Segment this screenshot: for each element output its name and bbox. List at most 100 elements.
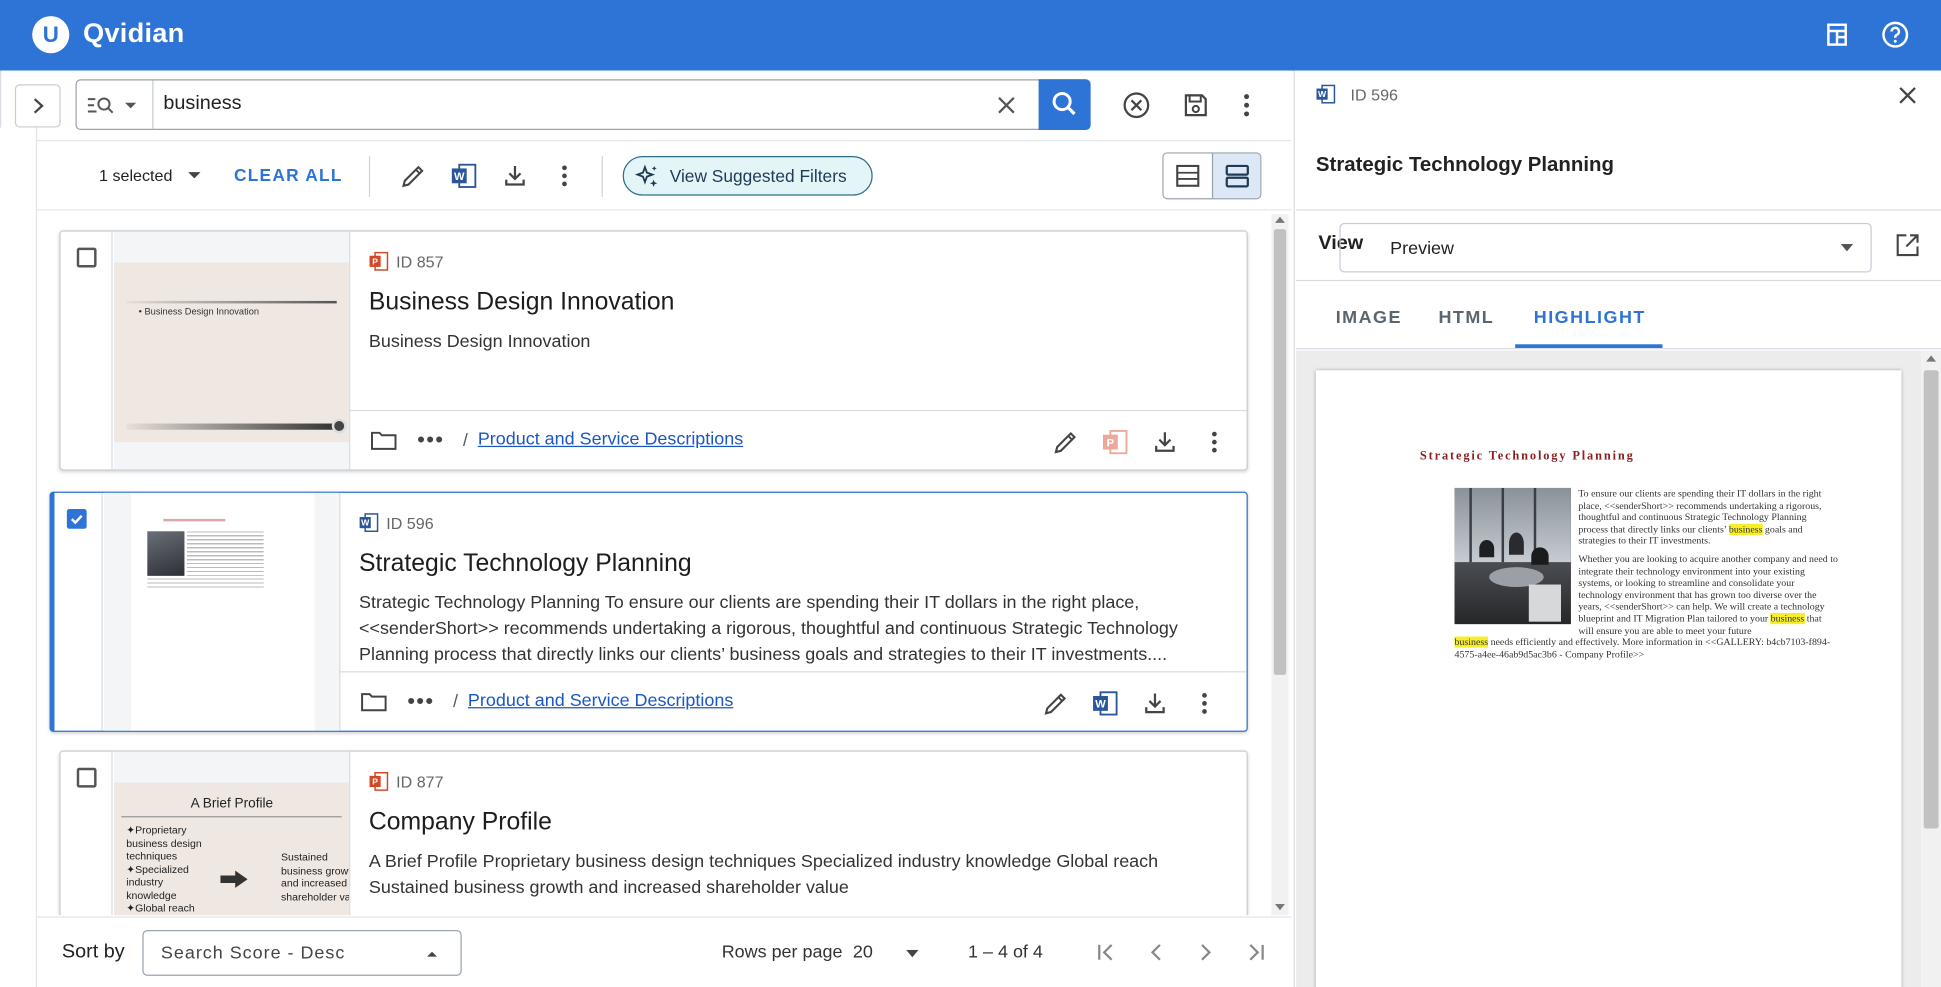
document-paragraph: business needs efficiently and effective… [1454, 636, 1831, 660]
card-body: W ID 596 Strategic Technology Planning St… [339, 493, 1247, 731]
card-more-icon[interactable] [1191, 690, 1218, 717]
save-search-icon[interactable] [1181, 90, 1211, 120]
search-highlight: business [1770, 612, 1805, 625]
first-page-icon[interactable] [1094, 940, 1119, 965]
card-more-icon[interactable] [1201, 428, 1228, 455]
cancel-circle-icon[interactable] [1122, 90, 1152, 120]
qvidian-logo[interactable]: U [32, 16, 70, 54]
previous-page-icon[interactable] [1144, 940, 1169, 965]
document-page: Strategic Technology Planning To ensure … [1315, 370, 1902, 987]
expand-filters-button[interactable] [14, 84, 61, 128]
edit-icon[interactable] [1042, 690, 1069, 717]
document-title: Strategic Technology Planning [1419, 449, 1635, 464]
result-thumbnail[interactable] [103, 492, 340, 731]
slide-rule [126, 423, 337, 430]
last-page-icon[interactable] [1243, 940, 1268, 965]
toolbar-more-icon[interactable] [551, 162, 578, 189]
view-suggested-filters-label: View Suggested Filters [669, 165, 847, 186]
results-scrollbar-thumb[interactable] [1273, 229, 1287, 675]
preview-divider [1296, 209, 1941, 211]
path-ellipsis-button[interactable]: ••• [407, 689, 434, 715]
thumbnail-text-lines [186, 531, 264, 576]
result-title[interactable]: Business Design Innovation [369, 289, 675, 317]
open-external-icon[interactable] [1894, 232, 1921, 259]
thumbnail-text: • Business Design Innovation [138, 305, 260, 318]
download-icon[interactable] [1151, 428, 1178, 455]
result-title[interactable]: Strategic Technology Planning [359, 550, 692, 578]
photo-chair [1528, 584, 1561, 622]
select-checkbox[interactable] [76, 247, 97, 268]
result-thumbnail[interactable]: • Business Design Innovation [113, 231, 350, 470]
tab-image[interactable]: IMAGE [1336, 308, 1402, 328]
result-title[interactable]: Company Profile [369, 809, 552, 837]
word-export-icon[interactable]: W [451, 162, 478, 189]
download-icon[interactable] [501, 162, 528, 189]
result-snippet: A Brief Profile Proprietary business des… [368, 852, 1159, 898]
results-toolbar: 1 selected CLEAR ALL W View Suggested Fi… [37, 139, 1292, 211]
select-checkbox[interactable] [66, 508, 87, 529]
edit-icon[interactable] [1052, 428, 1079, 455]
slide-background [113, 262, 350, 443]
rows-per-page-dropdown-icon[interactable] [906, 949, 919, 958]
sort-label: Sort by [61, 941, 125, 963]
result-card[interactable]: W ID 596 Strategic Technology Planning St… [49, 491, 1248, 732]
preview-scrollbar[interactable] [1921, 350, 1941, 987]
card-divider [111, 231, 113, 470]
edit-icon[interactable] [400, 162, 427, 189]
caret-up-icon [427, 951, 437, 957]
arrow-right-icon [220, 870, 248, 888]
view-mode-select[interactable]: Preview [1339, 222, 1872, 273]
select-checkbox[interactable] [76, 767, 97, 788]
selection-dropdown-icon[interactable] [187, 170, 202, 182]
view-mode-toggle [1162, 152, 1262, 200]
building-icon[interactable] [1822, 20, 1852, 50]
word-open-icon[interactable]: W [1092, 690, 1119, 717]
tab-html[interactable]: HTML [1438, 308, 1494, 328]
result-thumbnail[interactable]: A Brief Profile ✦Proprietary business de… [113, 751, 350, 916]
card-divider [101, 492, 103, 731]
help-icon[interactable] [1880, 20, 1910, 50]
result-id: W ID 596 [359, 513, 434, 533]
photo-person [1531, 547, 1549, 565]
scroll-down-arrow[interactable] [1275, 904, 1285, 911]
search-type-dropdown[interactable] [77, 80, 154, 129]
path-ellipsis-button[interactable]: ••• [417, 427, 444, 453]
word-file-icon: W [1316, 84, 1336, 104]
thumbnail-bullets: ✦Proprietary business design techniques … [126, 823, 202, 914]
svg-text:W: W [454, 171, 465, 183]
card-footer: ••• / Product and Service Descriptions W [339, 671, 1247, 732]
scroll-up-arrow[interactable] [1926, 355, 1937, 362]
compact-view-button[interactable] [1163, 153, 1212, 199]
rows-per-page-value[interactable]: 20 [853, 942, 873, 962]
card-view-button[interactable] [1211, 153, 1261, 199]
view-suggested-filters-button[interactable]: View Suggested Filters [622, 156, 873, 196]
folder-icon[interactable] [370, 430, 397, 452]
powerpoint-open-icon[interactable]: P [1102, 428, 1129, 455]
search-button[interactable] [1038, 79, 1091, 131]
more-options-icon[interactable] [1232, 90, 1262, 120]
close-preview-icon[interactable] [1895, 83, 1920, 108]
preview-scrollbar-thumb[interactable] [1923, 370, 1939, 829]
folder-icon[interactable] [360, 691, 387, 713]
photo-person [1479, 539, 1495, 558]
result-card[interactable]: A Brief Profile ✦Proprietary business de… [59, 750, 1248, 916]
folder-path-link[interactable]: Product and Service Descriptions [478, 430, 743, 450]
card-body: P ID 877 Company Profile A Brief Profile … [369, 752, 1247, 915]
clear-all-button[interactable]: CLEAR ALL [234, 165, 343, 185]
tab-highlight[interactable]: HIGHLIGHT [1534, 308, 1646, 328]
results-scrollbar[interactable] [1271, 214, 1289, 916]
card-divider [349, 751, 351, 916]
globe-icon [331, 418, 347, 434]
sort-select[interactable]: Search Score - Desc [142, 930, 462, 976]
pagination-bar: Sort by Search Score - Desc Rows per pag… [37, 916, 1292, 987]
folder-path-link[interactable]: Product and Service Descriptions [468, 691, 733, 711]
next-page-icon[interactable] [1193, 940, 1218, 965]
search-input[interactable] [163, 90, 981, 118]
result-card[interactable]: • Business Design Innovation P ID 857 Bus… [59, 230, 1248, 471]
document-preview[interactable]: Strategic Technology Planning To ensure … [1296, 350, 1922, 987]
search-box [75, 79, 1091, 131]
download-icon[interactable] [1141, 690, 1168, 717]
scroll-up-arrow[interactable] [1275, 216, 1285, 223]
clear-search-icon[interactable] [994, 93, 1019, 118]
thumbnail-photo [147, 531, 185, 576]
